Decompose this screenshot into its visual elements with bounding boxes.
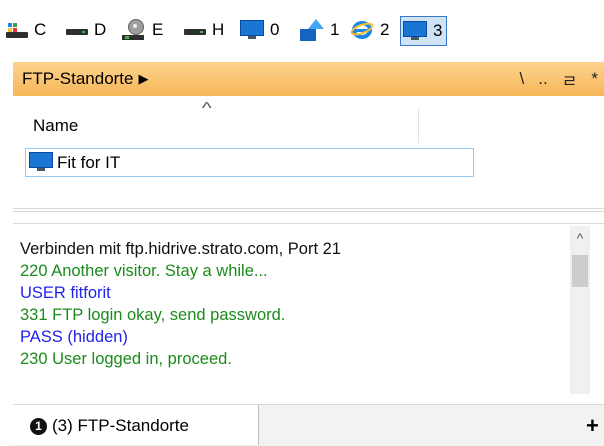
drive-label: 3 [433, 21, 443, 40]
list-item[interactable]: Fit for IT [25, 148, 474, 177]
log-line: 331 FTP login okay, send password. [20, 306, 286, 324]
drive-label: H [212, 20, 225, 39]
network-share-icon [300, 19, 324, 41]
log-scrollbar[interactable] [570, 226, 590, 394]
drive-3-button[interactable]: 3 [400, 16, 448, 46]
hard-drive-icon [184, 23, 206, 37]
scroll-thumb[interactable] [572, 255, 588, 287]
list-item-label: Fit for IT [57, 153, 121, 172]
tree-button[interactable]: ㄹ [562, 67, 578, 92]
root-button[interactable]: \ [520, 69, 525, 89]
drive-label: 0 [270, 20, 280, 39]
drive-label: 1 [330, 20, 340, 39]
drive-c-button[interactable]: C [6, 16, 46, 44]
desktop-icon [240, 20, 264, 40]
breadcrumb-arrow-icon[interactable]: ▶ [139, 71, 149, 87]
drive-1-button[interactable]: 1 [300, 16, 339, 44]
breadcrumb-ftp-standorte[interactable]: FTP-Standorte [22, 69, 134, 89]
log-line: USER fitforit [20, 284, 111, 302]
drive-label: D [94, 20, 107, 39]
drive-h-button[interactable]: H [184, 16, 224, 44]
path-tools: \ .. ㄹ * [506, 62, 598, 96]
scroll-up-icon[interactable]: ^ [577, 230, 584, 246]
drive-label: E [152, 20, 164, 39]
path-bar: FTP-Standorte ▶ \ .. ㄹ * [13, 62, 604, 96]
favorite-button[interactable]: * [591, 69, 598, 89]
drive-label: C [34, 20, 47, 39]
hard-drive-icon [66, 23, 88, 37]
sort-up-icon: ^ [201, 100, 212, 117]
column-header-label: Name [33, 116, 79, 135]
monitor-icon [29, 152, 53, 172]
log-line: Verbinden mit ftp.hidrive.strato.com, Po… [20, 240, 341, 258]
divider [13, 208, 604, 209]
drive-e-button[interactable]: E [122, 16, 163, 44]
computer-icon [403, 21, 427, 41]
drive-2-button[interactable]: 2 [349, 16, 390, 44]
network-drive-icon [122, 18, 146, 42]
tab-badge: 1 [30, 418, 47, 435]
log-line: 220 Another visitor. Stay a while... [20, 262, 268, 280]
drive-d-button[interactable]: D [66, 16, 106, 44]
parent-folder-button[interactable]: .. [538, 69, 547, 89]
log-line: PASS (hidden) [20, 328, 128, 346]
log-line: 230 User logged in, proceed. [20, 350, 232, 368]
system-drive-icon [6, 21, 28, 39]
drive-bar: C D E H 0 1 2 3 [0, 0, 604, 62]
tab-label: (3) FTP-Standorte [52, 416, 189, 435]
drive-0-button[interactable]: 0 [240, 16, 279, 44]
add-tab-button[interactable]: + [586, 413, 599, 439]
drive-label: 2 [380, 20, 390, 39]
internet-explorer-icon [349, 18, 375, 42]
